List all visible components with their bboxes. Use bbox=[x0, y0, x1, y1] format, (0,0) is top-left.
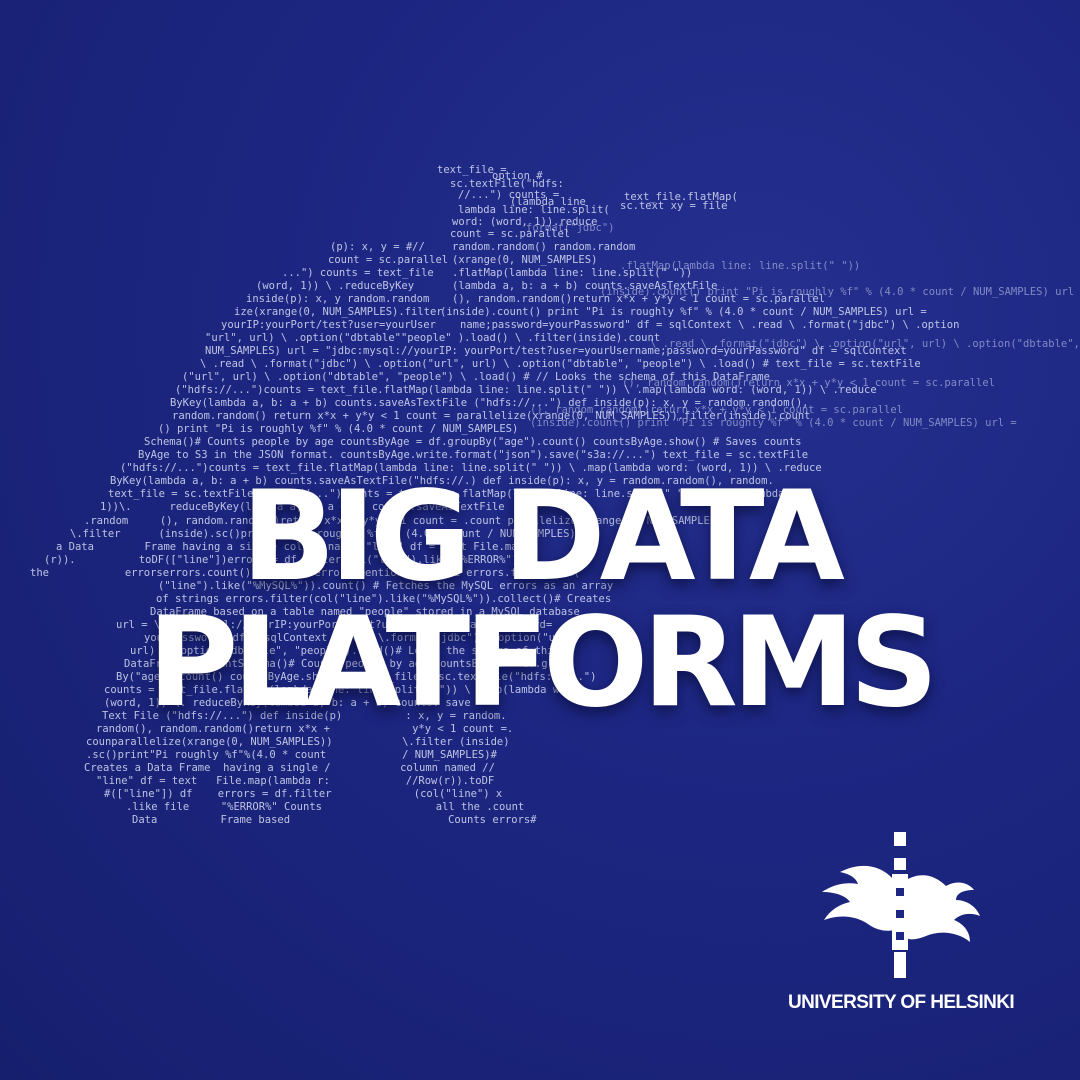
code-line: (), random.random()return x*x + y*y < 1 … bbox=[530, 404, 903, 416]
code-line: (xrange(0, NUM_SAMPLES) bbox=[452, 254, 598, 266]
promo-graphic: text_file = option # sc.textFile("hdfs: … bbox=[0, 0, 1080, 1080]
code-line: ize(xrange(0, NUM_SAMPLES).filter bbox=[234, 306, 443, 318]
code-line: () print "Pi is roughly %f" % (4.0 * cou… bbox=[158, 423, 519, 435]
code-line: count = sc.parallel bbox=[328, 254, 449, 266]
code-line: Creates a Data Frame having a single / c… bbox=[84, 762, 495, 774]
headline-line-1: BIG DATA bbox=[241, 465, 845, 609]
code-line: random.random() random.random bbox=[452, 241, 636, 253]
code-line: "line" df = text File.map(lambda r: //Ro… bbox=[96, 775, 495, 787]
code-line: .like file "%ERROR%" Counts all the .cou… bbox=[126, 801, 525, 813]
code-line: (), random.random()return x*x + y*y < 1 … bbox=[452, 293, 825, 305]
code-line: "url", url) \ .option("dbtable""people" … bbox=[205, 332, 661, 344]
code-line: .flatMap(lambda line: line.split(" ")) bbox=[452, 267, 693, 279]
code-line: ByAge to S3 in the JSON format. countsBy… bbox=[138, 449, 809, 461]
code-line: \ .read \ .format("jdbc") \ .option("url… bbox=[200, 358, 921, 370]
code-line: counparallelize(xrange(0, NUM_SAMPLES)) … bbox=[86, 736, 510, 748]
code-line: #(["line"]) df errors = df.filter (col("… bbox=[104, 788, 503, 800]
code-line: Schema()# Counts people by age countsByA… bbox=[144, 436, 802, 448]
code-line: (word, 1)) \ .reduceByKey bbox=[256, 280, 415, 292]
flame-torch-logo-icon bbox=[822, 832, 980, 978]
code-line: (inside).count() print "Pi is roughly %f… bbox=[440, 306, 927, 318]
code-line: lambda line: line.split( bbox=[458, 204, 610, 216]
code-line: name;password=yourPassword" df = sqlCont… bbox=[460, 319, 960, 331]
code-line: ("hdfs://...")counts = text_file.flatMap… bbox=[175, 384, 877, 396]
university-name: UNIVERSITY OF HELSINKI bbox=[788, 992, 1015, 1013]
code-line: (inside).count() print "Pi is roughly %f… bbox=[530, 417, 1017, 429]
code-line: inside(p): x, y random.random bbox=[246, 293, 430, 305]
code-line: .sc()print"Pi roughly %f"%(4.0 * count /… bbox=[86, 749, 497, 761]
headline-line-2: PLATFORMS bbox=[147, 591, 938, 735]
code-line: sc.text xy = file bbox=[620, 200, 728, 212]
code-line: NUM_SAMPLES) url = "jdbc:mysql://yourIP:… bbox=[205, 345, 907, 357]
code-line: ...") counts = text_file bbox=[282, 267, 434, 279]
code-line: count = sc.parallel bbox=[450, 228, 571, 240]
code-line: Data Frame based Counts errors# bbox=[132, 814, 537, 826]
code-line: yourIP:yourPort/test?user=yourUser bbox=[221, 319, 436, 331]
code-line: (p): x, y = #// bbox=[330, 241, 425, 253]
university-logo: UNIVERSITY OF HELSINKI bbox=[788, 832, 1030, 1022]
